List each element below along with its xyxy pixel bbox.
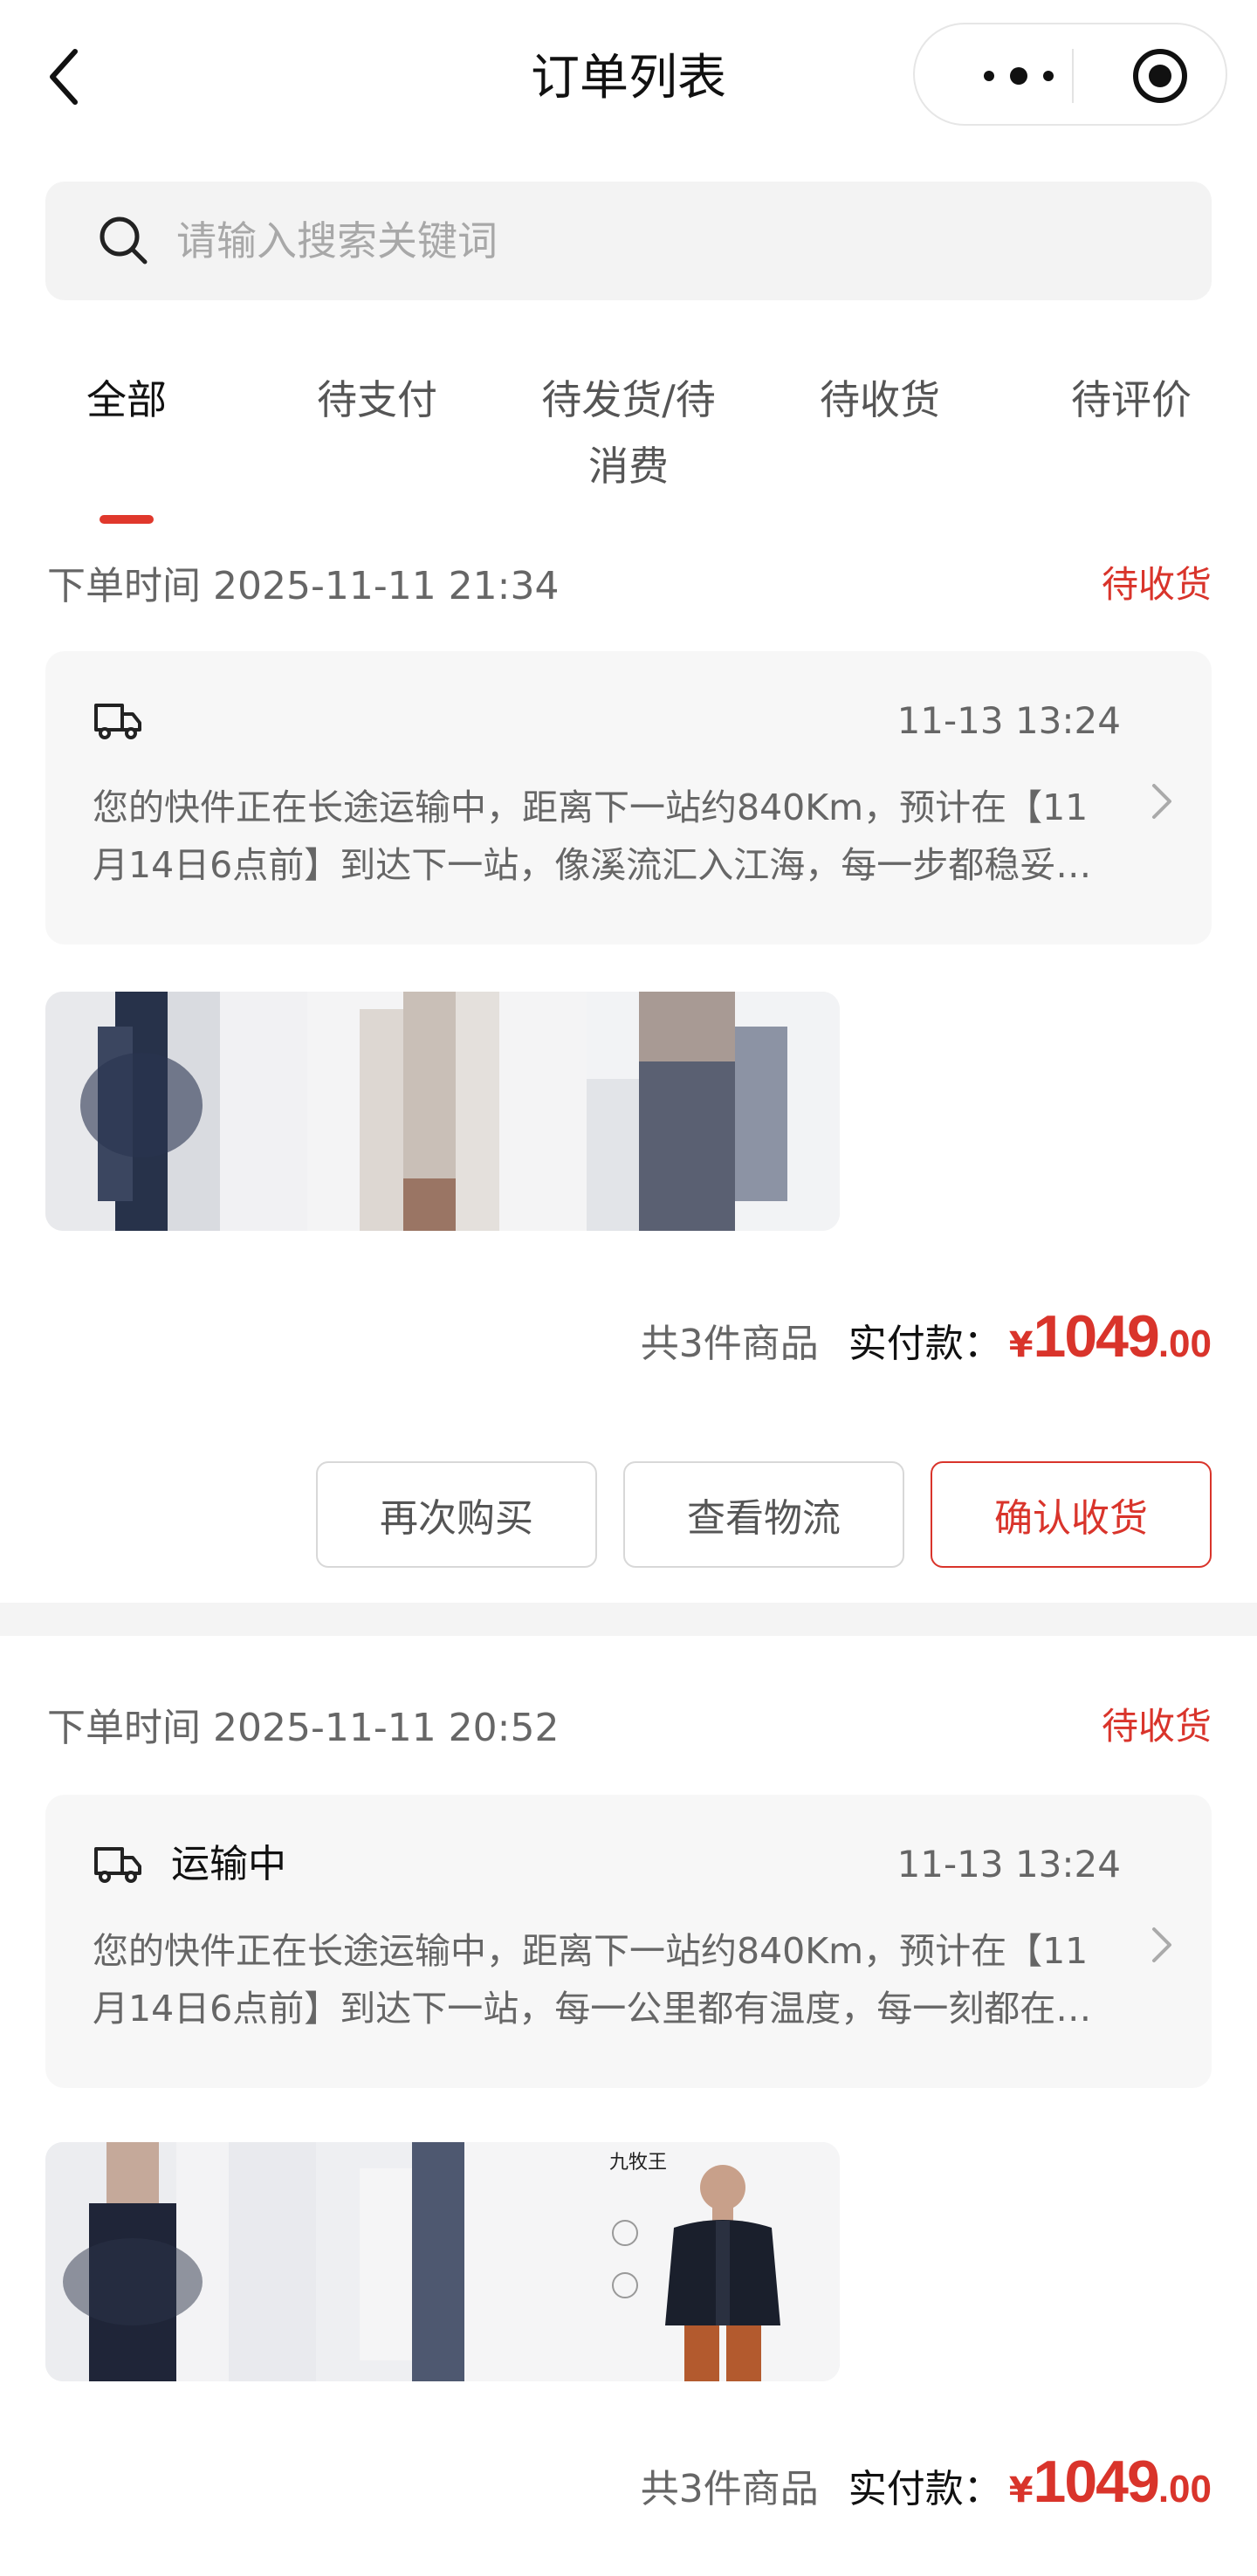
- view-logistics-button[interactable]: 查看物流: [623, 1461, 904, 1568]
- order-summary: 共3件商品 实付款： ¥ 1049 .00: [641, 1302, 1212, 1381]
- pay-label: 实付款：: [848, 1322, 1002, 1366]
- close-button[interactable]: [1130, 45, 1191, 106]
- pay-label: 实付款：: [848, 2467, 1002, 2511]
- tab-pending-receipt[interactable]: 待收货: [754, 367, 1006, 433]
- order-tabs: 全部 待支付 待发货/待消费 待收货 待评价: [0, 367, 1257, 532]
- nav-bar: 订单列表: [0, 0, 1257, 154]
- truck-icon: [94, 704, 141, 739]
- item-count: 共3件商品: [640, 1322, 819, 1366]
- currency-symbol: ¥: [1008, 1325, 1034, 1365]
- price-integer: 1049: [1033, 2449, 1160, 2515]
- target-circle-icon: [1133, 49, 1187, 103]
- chevron-right-icon: [1152, 784, 1171, 819]
- order-card: 下单时间 2025-11-11 21:34 待收货 11-13 13:24 您的…: [0, 555, 1257, 1603]
- tab-pending-payment[interactable]: 待支付: [251, 367, 503, 433]
- logistics-description: 您的快件正在长途运输中，距离下一站约840Km，预计在【11月14日6点前】到达…: [93, 1930, 1092, 2030]
- search-input[interactable]: [176, 182, 1171, 300]
- search-bar[interactable]: [45, 182, 1212, 300]
- chevron-right-icon: [1152, 1927, 1171, 1962]
- product-thumbnails[interactable]: 九牧王: [45, 2142, 840, 2381]
- back-button[interactable]: [45, 42, 98, 112]
- logistics-description: 您的快件正在长途运输中，距离下一站约840Km，预计在【11月14日6点前】到达…: [93, 787, 1092, 886]
- order-actions: 再次购买 查看物流 确认收货: [290, 1461, 1212, 1568]
- logistics-card[interactable]: 11-13 13:24 您的快件正在长途运输中，距离下一站约840Km，预计在【…: [45, 651, 1212, 945]
- brand-logo: 九牧王: [609, 2152, 667, 2174]
- chevron-left-icon: [50, 49, 78, 105]
- logistics-time: 11-13 13:24: [896, 699, 1121, 742]
- truck-icon: [94, 1847, 141, 1883]
- confirm-receipt-button[interactable]: 确认收货: [931, 1461, 1212, 1568]
- order-card: 下单时间 2025-11-11 20:52 待收货 运输中 11-13 13:2…: [0, 1697, 1257, 2576]
- logistics-time: 11-13 13:24: [896, 1843, 1121, 1886]
- product-image: 九牧王: [595, 2142, 840, 2381]
- order-summary: 共3件商品 实付款： ¥ 1049 .00: [641, 2448, 1212, 2526]
- product-image: [45, 992, 307, 1231]
- product-image: [316, 2142, 595, 2381]
- price-integer: 1049: [1033, 1303, 1160, 1370]
- product-image: [307, 992, 587, 1231]
- order-time: 下单时间 2025-11-11 21:34: [47, 564, 560, 608]
- mini-program-capsule: [913, 23, 1227, 126]
- order-time: 下单时间 2025-11-11 20:52: [47, 1706, 560, 1750]
- active-tab-indicator: [100, 515, 154, 524]
- product-thumbnails[interactable]: [45, 992, 840, 1231]
- logistics-card[interactable]: 运输中 11-13 13:24 您的快件正在长途运输中，距离下一站约840Km，…: [45, 1795, 1212, 2088]
- currency-symbol: ¥: [1008, 2470, 1034, 2511]
- price-decimal: .00: [1157, 2468, 1212, 2511]
- item-count: 共3件商品: [640, 2467, 819, 2511]
- tab-all[interactable]: 全部: [0, 367, 253, 433]
- product-image: [45, 2142, 316, 2381]
- order-status[interactable]: 待收货: [1102, 1700, 1212, 1753]
- logistics-title: 运输中: [171, 1842, 286, 1886]
- product-image: [587, 992, 840, 1231]
- tab-pending-review[interactable]: 待评价: [1006, 367, 1257, 433]
- buy-again-button[interactable]: 再次购买: [316, 1461, 597, 1568]
- more-dots-icon: [984, 71, 994, 81]
- capsule-divider: [1072, 49, 1074, 103]
- order-status[interactable]: 待收货: [1102, 559, 1212, 611]
- section-divider: [0, 1603, 1257, 1636]
- price-decimal: .00: [1157, 1322, 1212, 1365]
- tab-pending-shipment[interactable]: 待发货/待消费: [503, 367, 754, 499]
- search-icon: [100, 216, 148, 264]
- more-button[interactable]: [962, 45, 1075, 106]
